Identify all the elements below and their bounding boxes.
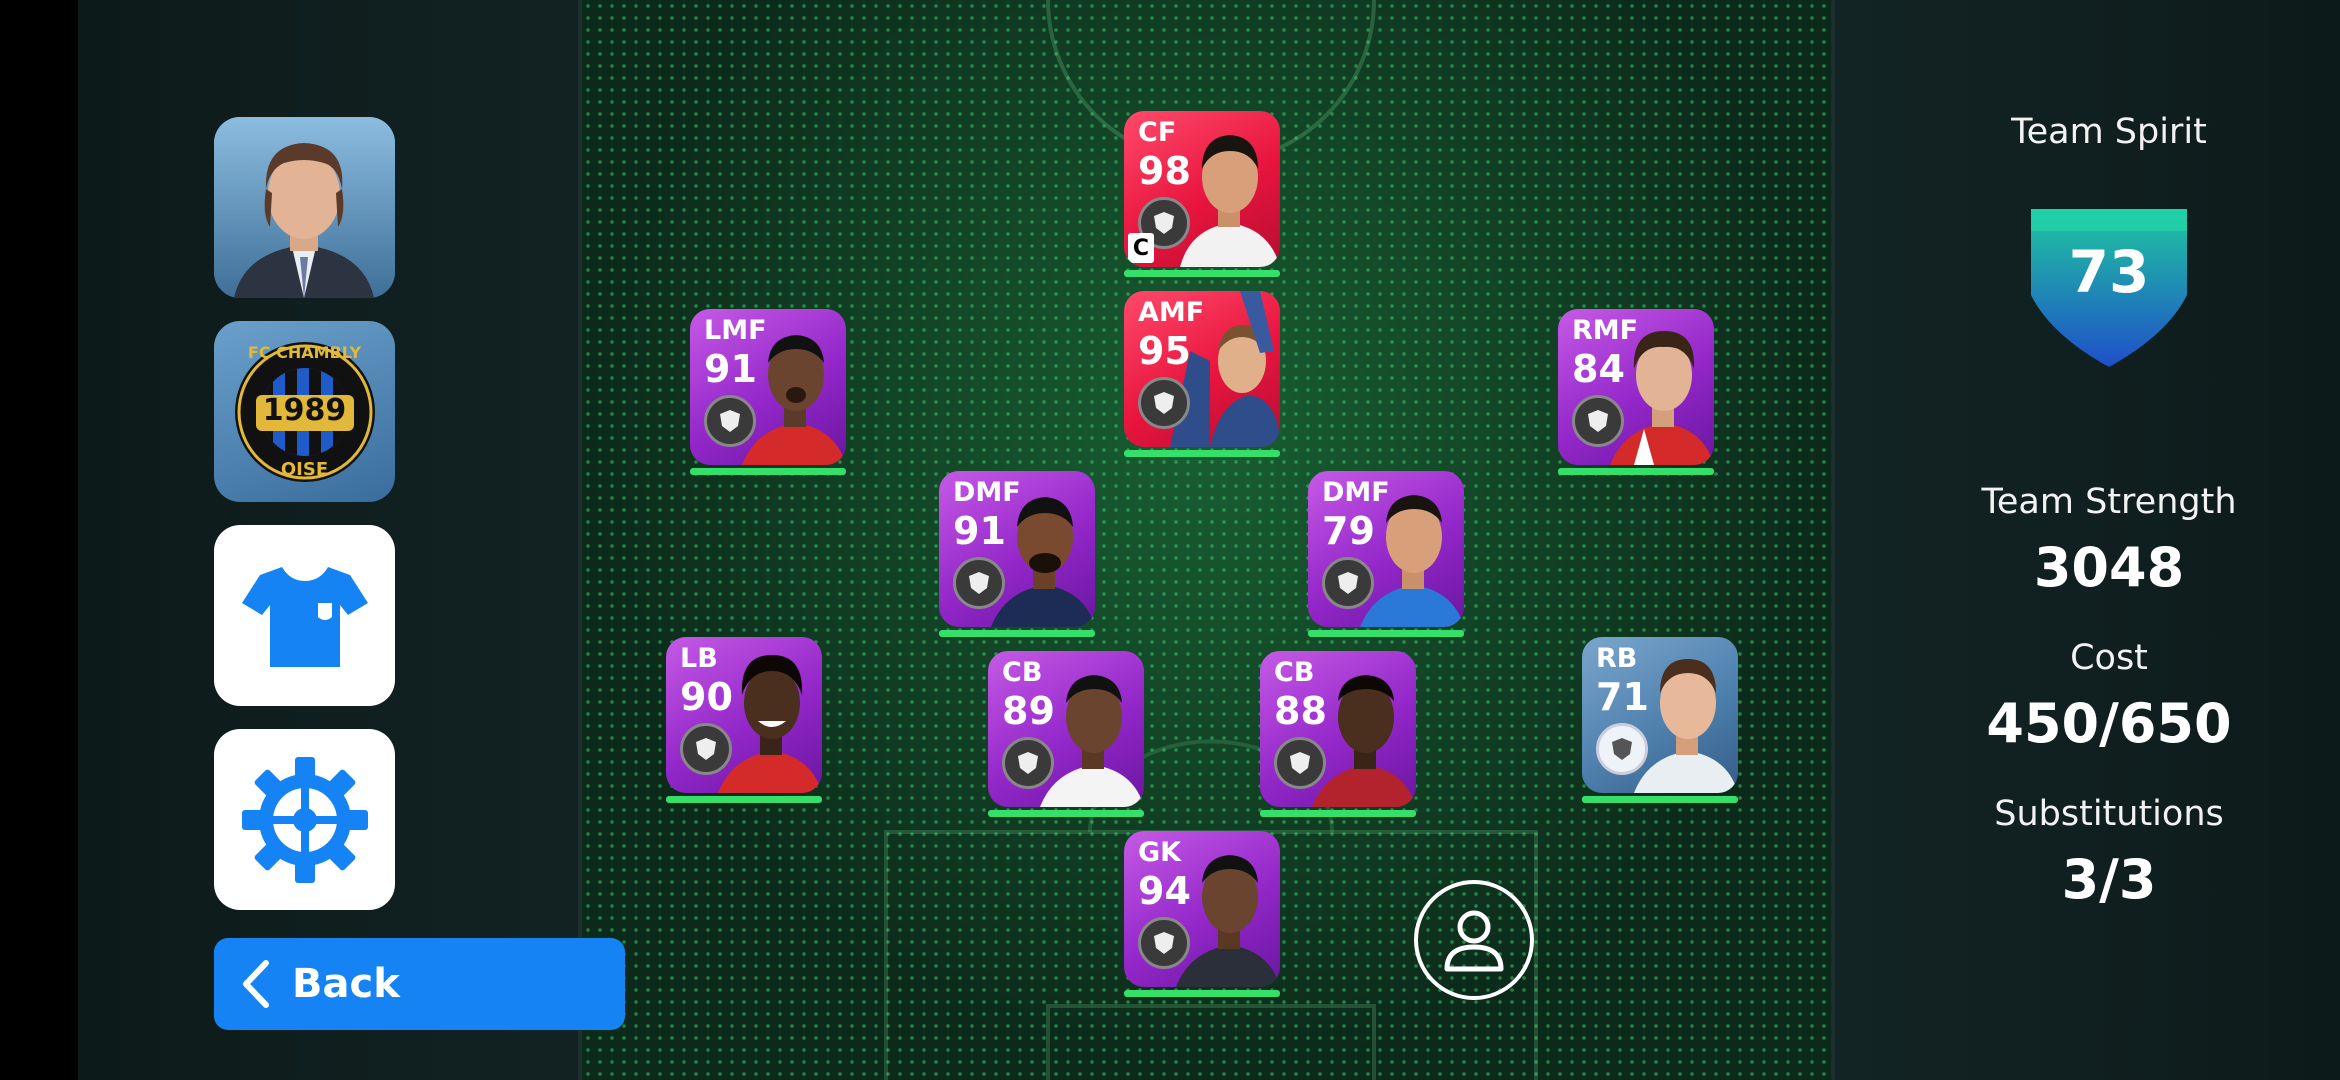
user-icon xyxy=(1444,910,1504,972)
chevron-left-icon xyxy=(240,959,270,1009)
settings-button[interactable] xyxy=(214,729,395,910)
player-card-rmf[interactable]: RMF 84 xyxy=(1558,309,1714,465)
stamina-bar xyxy=(1124,990,1280,997)
player-position: CB xyxy=(1002,657,1043,688)
player-rating: 79 xyxy=(1322,509,1375,553)
player-rating: 84 xyxy=(1572,347,1625,391)
shirt-icon xyxy=(241,566,368,667)
player-card-dmf-right[interactable]: DMF 79 xyxy=(1308,471,1464,627)
left-black-bar xyxy=(0,0,78,1080)
player-rating: 90 xyxy=(680,675,733,719)
player-rating: 71 xyxy=(1596,675,1649,719)
back-button[interactable]: Back xyxy=(214,938,625,1030)
manager-button[interactable] xyxy=(214,117,395,298)
back-label: Back xyxy=(292,961,400,1007)
player-card-amf[interactable]: AMF 95 xyxy=(1124,291,1280,447)
player-position: AMF xyxy=(1138,297,1205,328)
manager-portrait-icon xyxy=(214,117,395,298)
player-position: DMF xyxy=(953,477,1021,508)
stamina-bar xyxy=(1260,810,1416,817)
stamina-bar xyxy=(988,810,1144,817)
skill-badge-icon xyxy=(704,395,756,447)
team-spirit-value: 73 xyxy=(2068,238,2150,306)
user-profile-button[interactable] xyxy=(1414,880,1534,1000)
player-position: LB xyxy=(680,643,718,674)
skill-badge-icon xyxy=(1322,557,1374,609)
skill-badge-icon xyxy=(1596,723,1648,775)
stamina-bar xyxy=(666,796,822,803)
skill-badge-icon xyxy=(1274,737,1326,789)
player-card-cf[interactable]: CF 98 C xyxy=(1124,111,1280,267)
captain-badge: C xyxy=(1128,233,1154,263)
stamina-bar xyxy=(690,468,846,475)
player-rating: 91 xyxy=(704,347,757,391)
player-rating: 91 xyxy=(953,509,1006,553)
team-strength-value: 3048 xyxy=(2033,536,2185,599)
gear-icon xyxy=(241,756,368,883)
club-crest-year: 1989 xyxy=(262,393,347,428)
team-spirit-label: Team Spirit xyxy=(2011,112,2207,152)
skill-badge-icon xyxy=(1138,377,1190,429)
player-position: CF xyxy=(1138,117,1177,148)
kit-button[interactable] xyxy=(214,525,395,706)
stamina-bar xyxy=(1124,450,1280,457)
stamina-bar xyxy=(939,630,1095,637)
substitutions-label: Substitutions xyxy=(1994,794,2224,834)
player-rating: 98 xyxy=(1138,149,1191,193)
player-card-lmf[interactable]: LMF 91 xyxy=(690,309,846,465)
player-position: CB xyxy=(1274,657,1315,688)
player-rating: 88 xyxy=(1274,689,1327,733)
player-card-dmf-left[interactable]: DMF 91 xyxy=(939,471,1095,627)
player-rating: 94 xyxy=(1138,869,1191,913)
player-position: RB xyxy=(1596,643,1638,674)
stamina-bar xyxy=(1308,630,1464,637)
cost-label: Cost xyxy=(2070,638,2148,678)
player-card-gk[interactable]: GK 94 xyxy=(1124,831,1280,987)
club-crest-bottom: OISE xyxy=(280,459,329,480)
stamina-bar xyxy=(1582,796,1738,803)
cost-value: 450/650 xyxy=(1986,692,2232,755)
team-strength-label: Team Strength xyxy=(1981,482,2237,522)
skill-badge-icon xyxy=(680,723,732,775)
skill-badge-icon xyxy=(953,557,1005,609)
player-position: DMF xyxy=(1322,477,1390,508)
player-rating: 89 xyxy=(1002,689,1055,733)
player-card-lb[interactable]: LB 90 xyxy=(666,637,822,793)
player-position: GK xyxy=(1138,837,1182,868)
stamina-bar xyxy=(1558,468,1714,475)
skill-badge-icon xyxy=(1002,737,1054,789)
skill-badge-icon xyxy=(1572,395,1624,447)
player-card-cb-right[interactable]: CB 88 xyxy=(1260,651,1416,807)
player-card-rb[interactable]: RB 71 xyxy=(1582,637,1738,793)
player-position: LMF xyxy=(704,315,767,346)
club-crest-top: FC CHAMBLY xyxy=(247,343,362,362)
club-button[interactable]: 1989 FC CHAMBLY OISE xyxy=(214,321,395,502)
substitutions-value: 3/3 xyxy=(2061,848,2157,911)
player-position: RMF xyxy=(1572,315,1639,346)
skill-badge-icon xyxy=(1138,917,1190,969)
player-card-cb-left[interactable]: CB 89 xyxy=(988,651,1144,807)
stamina-bar xyxy=(1124,270,1280,277)
player-rating: 95 xyxy=(1138,329,1191,373)
